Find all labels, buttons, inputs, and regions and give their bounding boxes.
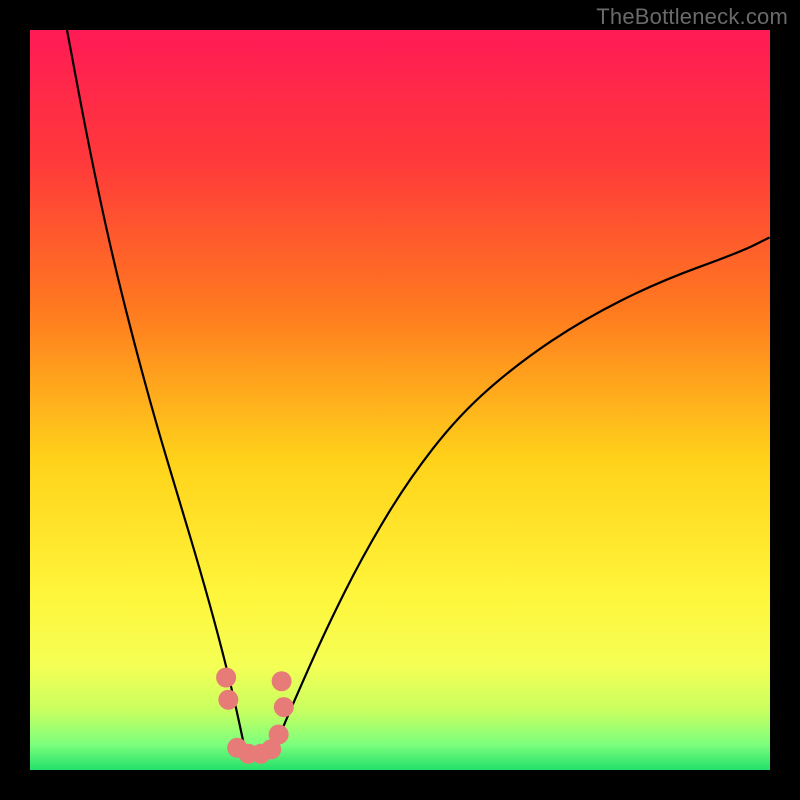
trough-dot (216, 668, 236, 688)
trough-dot (218, 690, 238, 710)
bottleneck-chart (0, 0, 800, 800)
trough-dot (274, 697, 294, 717)
trough-dot (269, 724, 289, 744)
plot-background (30, 30, 770, 770)
watermark-text: TheBottleneck.com (596, 4, 788, 30)
chart-frame: TheBottleneck.com (0, 0, 800, 800)
trough-dot (272, 671, 292, 691)
